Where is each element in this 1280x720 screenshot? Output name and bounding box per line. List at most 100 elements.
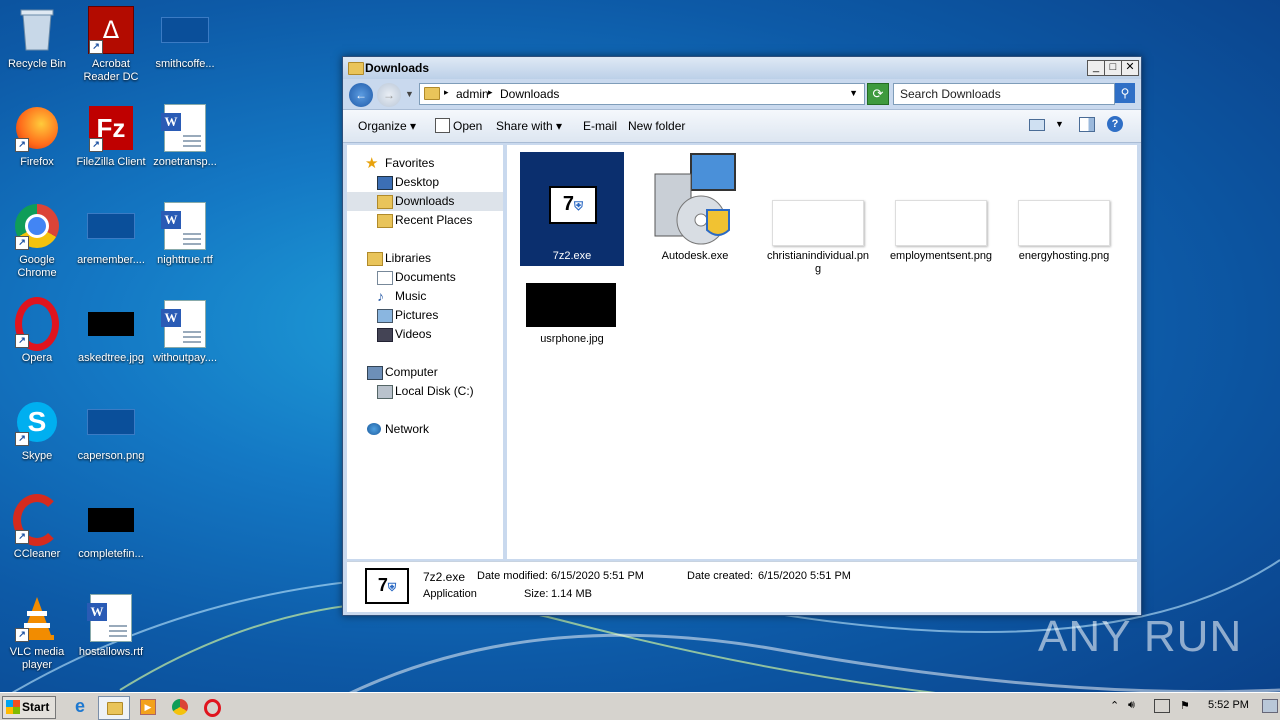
nav-downloads[interactable]: Downloads xyxy=(347,192,503,211)
desktop-icon-zonetransp[interactable]: W zonetransp... xyxy=(148,104,222,169)
documents-icon xyxy=(377,271,393,285)
nav-computer[interactable]: Computer xyxy=(347,363,503,382)
shortcut-arrow-icon: ↗ xyxy=(15,530,29,544)
desktop-icon-label: completefin... xyxy=(78,548,144,560)
png-thumbnail-icon xyxy=(772,200,864,246)
desktop-icon-ccleaner[interactable]: ↗ CCleaner xyxy=(0,494,74,561)
nav-network[interactable]: Network xyxy=(347,420,503,439)
open-app-icon xyxy=(435,118,450,133)
action-center-flag-icon[interactable]: ⚑ xyxy=(1180,699,1190,712)
desktop-icon-completefin[interactable]: completefin... xyxy=(74,496,148,561)
file-item-energyhosting[interactable]: energyhosting.png xyxy=(1012,152,1116,266)
nav-desktop[interactable]: Desktop xyxy=(347,173,503,192)
chrome-taskbar-icon[interactable] xyxy=(168,696,192,718)
word-document-icon: W xyxy=(161,202,206,250)
file-item-christianindividual[interactable]: christianindividual.png xyxy=(766,152,870,278)
search-icon[interactable]: ⚲ xyxy=(1115,83,1135,103)
media-player-taskbar-icon[interactable]: ▶ xyxy=(136,696,160,718)
email-button[interactable]: E-mail xyxy=(583,119,617,133)
network-tray-icon[interactable] xyxy=(1154,699,1170,713)
refresh-button[interactable]: ⟳ xyxy=(867,83,889,105)
nav-videos[interactable]: Videos xyxy=(347,325,503,344)
desktop-icon-smithcoffe[interactable]: smithcoffe... xyxy=(148,6,222,71)
desktop-icon-withoutpay[interactable]: W withoutpay.... xyxy=(148,300,222,365)
desktop-icon-hostallows[interactable]: W hostallows.rtf xyxy=(74,594,148,659)
desktop-icon-label: Opera xyxy=(21,352,53,364)
open-button[interactable]: Open xyxy=(453,119,482,133)
file-item-autodesk[interactable]: Autodesk.exe xyxy=(643,152,747,266)
file-item-employmentsent[interactable]: employmentsent.png xyxy=(889,152,993,278)
folder-icon xyxy=(348,62,364,75)
organize-button[interactable]: Organize ▾ xyxy=(358,119,416,133)
breadcrumb-downloads[interactable]: Downloads xyxy=(500,87,559,101)
desktop-icon-opera[interactable]: ↗ Opera xyxy=(0,297,74,365)
history-dropdown-icon[interactable]: ▼ xyxy=(405,89,414,99)
nav-music[interactable]: ♪ Music xyxy=(347,287,503,306)
chevron-right-icon[interactable]: ▸ xyxy=(488,87,493,98)
nav-pictures[interactable]: Pictures xyxy=(347,306,503,325)
desktop-icon-caperson[interactable]: caperson.png xyxy=(74,398,148,463)
details-pane: 7⛨ 7z2.exe Application Date modified: 6/… xyxy=(347,561,1137,612)
new-folder-button[interactable]: New folder xyxy=(628,119,685,133)
shortcut-arrow-icon: ↗ xyxy=(15,138,29,152)
shortcut-arrow-icon: ↗ xyxy=(15,334,29,348)
desktop-icon-filezilla[interactable]: Fz ↗ FileZilla Client xyxy=(74,104,148,169)
maximize-button[interactable]: □ xyxy=(1104,60,1122,76)
chevron-right-icon[interactable]: ▸ xyxy=(444,87,449,98)
shortcut-arrow-icon: ↗ xyxy=(89,40,103,54)
opera-taskbar-icon[interactable] xyxy=(200,696,224,718)
details-modified-label: Date modified: xyxy=(477,570,548,582)
ie-taskbar-icon[interactable]: e xyxy=(68,696,92,718)
minimize-button[interactable]: _ xyxy=(1087,60,1105,76)
command-bar: Organize ▾ Open Share with ▾ E-mail New … xyxy=(343,109,1141,143)
show-desktop-button[interactable] xyxy=(1262,699,1278,713)
view-options-icon[interactable] xyxy=(1029,119,1045,131)
desktop-icon-skype[interactable]: S ↗ Skype xyxy=(0,398,74,463)
search-input[interactable]: Search Downloads xyxy=(893,83,1115,105)
desktop-icon-label: aremember.... xyxy=(77,254,145,266)
nav-documents[interactable]: Documents xyxy=(347,268,503,287)
start-button[interactable]: Start xyxy=(2,696,56,719)
desktop-icon-nighttrue[interactable]: W nighttrue.rtf xyxy=(148,202,222,267)
details-modified-value: 6/15/2020 5:51 PM xyxy=(551,570,644,582)
image-thumbnail-icon xyxy=(87,213,135,239)
desktop-icon-firefox[interactable]: ↗ Firefox xyxy=(0,104,74,169)
close-button[interactable]: ✕ xyxy=(1121,60,1139,76)
preview-pane-icon[interactable] xyxy=(1079,117,1095,132)
desktop-icon-label: smithcoffe... xyxy=(155,58,215,70)
explorer-window[interactable]: Downloads _ □ ✕ ← → ▼ ▸ admin ▸ Download… xyxy=(342,56,1142,616)
breadcrumb-admin[interactable]: admin xyxy=(456,87,489,101)
view-dropdown-icon[interactable]: ▼ xyxy=(1055,119,1064,129)
desktop-icon-chrome[interactable]: ↗ Google Chrome xyxy=(0,202,74,280)
back-button[interactable]: ← xyxy=(349,83,373,107)
installer-disc-icon xyxy=(654,153,736,245)
forward-button[interactable]: → xyxy=(377,83,401,107)
details-created-label: Date created: xyxy=(687,570,754,582)
image-thumbnail-icon xyxy=(161,17,209,43)
desktop-icon-recycle-bin[interactable]: Recycle Bin xyxy=(0,6,74,71)
desktop-icon-label: Acrobat Reader DC xyxy=(83,58,139,83)
title-bar[interactable]: Downloads _ □ ✕ xyxy=(343,57,1141,79)
desktop-icon-label: hostallows.rtf xyxy=(78,646,144,658)
desktop-icon-askedtree[interactable]: askedtree.jpg xyxy=(74,300,148,365)
volume-icon[interactable]: 🔊︎ xyxy=(1128,699,1135,712)
png-thumbnail-icon xyxy=(1018,200,1110,246)
show-hidden-icons[interactable]: ⌃ xyxy=(1110,699,1119,712)
desktop-icon-vlc[interactable]: ↗ VLC media player xyxy=(0,594,74,672)
help-icon[interactable]: ? xyxy=(1107,116,1123,132)
explorer-taskbar-button[interactable] xyxy=(98,696,130,720)
recycle-bin-icon xyxy=(20,9,54,51)
address-dropdown-icon[interactable]: ▼ xyxy=(849,88,858,98)
share-with-button[interactable]: Share with ▾ xyxy=(496,119,562,133)
desktop-icon xyxy=(377,176,393,190)
nav-favorites[interactable]: ★ Favorites xyxy=(347,154,503,173)
desktop-icon-aremember[interactable]: aremember.... xyxy=(74,202,148,267)
clock[interactable]: 5:52 PM xyxy=(1208,699,1249,711)
nav-local-disk[interactable]: Local Disk (C:) xyxy=(347,382,503,401)
address-box[interactable]: ▸ admin ▸ Downloads ▼ xyxy=(419,83,865,105)
nav-recent-places[interactable]: Recent Places xyxy=(347,211,503,230)
file-item-usrphone[interactable]: usrphone.jpg xyxy=(520,275,624,345)
file-item-7z2[interactable]: 7⛨ 7z2.exe xyxy=(520,152,624,266)
nav-libraries[interactable]: Libraries xyxy=(347,249,503,268)
desktop-icon-acrobat[interactable]: ᐃ ↗ Acrobat Reader DC xyxy=(74,6,148,84)
